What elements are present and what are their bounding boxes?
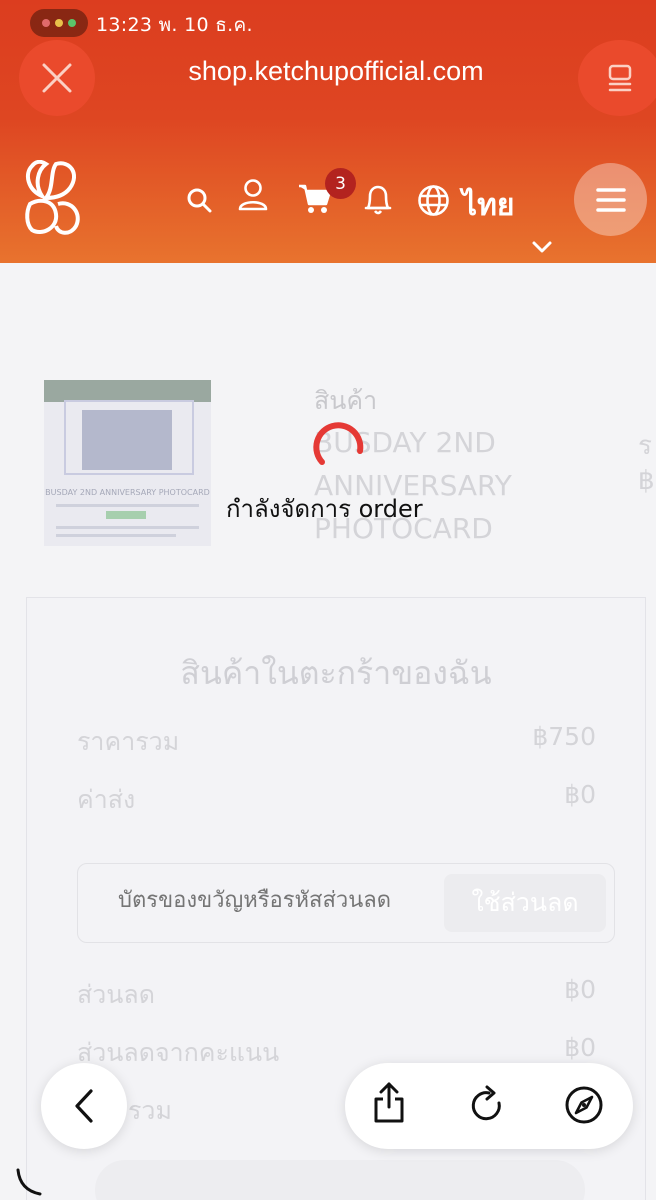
- coupon-box: ใช้ส่วนลด: [77, 863, 615, 943]
- apply-coupon-button[interactable]: ใช้ส่วนลด: [444, 874, 606, 932]
- menu-button[interactable]: [574, 163, 647, 236]
- product-column-partial: ร: [638, 431, 652, 461]
- url-label[interactable]: shop.ketchupofficial.com: [0, 56, 656, 87]
- browser-actions: [345, 1063, 633, 1149]
- subtotal-label: ราคารวม: [77, 727, 180, 756]
- bell-icon[interactable]: [364, 184, 392, 216]
- image-text-line: [56, 526, 199, 529]
- user-icon[interactable]: [237, 178, 269, 212]
- image-banner: [44, 380, 211, 402]
- discount-value: ฿0: [564, 975, 596, 1004]
- loading-message: กำลังจัดการ order: [226, 495, 423, 523]
- globe-icon[interactable]: [417, 184, 450, 217]
- back-icon: [75, 1089, 93, 1123]
- product-image[interactable]: BUSDAY 2ND ANNIVERSARY PHOTOCARD: [44, 380, 211, 546]
- shipping-value: ฿0: [564, 780, 596, 809]
- search-icon[interactable]: [186, 187, 212, 213]
- product-price-partial: ฿: [638, 466, 655, 496]
- cart-summary-title: สินค้าในตะกร้าของฉัน: [180, 654, 492, 692]
- points-discount-label: ส่วนลดจากคะแนน: [77, 1038, 280, 1067]
- chevron-down-icon[interactable]: [531, 240, 553, 254]
- image-text-line: [56, 534, 176, 537]
- image-tag: [106, 511, 146, 519]
- window-corner: [16, 1168, 42, 1196]
- window-controls[interactable]: [30, 9, 88, 37]
- subtotal-value: ฿750: [532, 722, 596, 751]
- red-dot-icon[interactable]: [42, 19, 50, 27]
- coupon-input[interactable]: [118, 888, 418, 913]
- discount-label: ส่วนลด: [77, 980, 155, 1009]
- hamburger-icon: [595, 187, 626, 212]
- back-button[interactable]: [41, 1063, 127, 1149]
- image-caption: BUSDAY 2ND ANNIVERSARY PHOTOCARD: [45, 488, 210, 497]
- ketchup-logo[interactable]: [24, 160, 82, 238]
- tabs-icon: [608, 64, 632, 92]
- total-label: รวม: [128, 1096, 172, 1125]
- points-discount-value: ฿0: [564, 1033, 596, 1062]
- page: 13:23 พ. 10 ธ.ค. shop.ketchupofficial.co…: [0, 0, 656, 1200]
- yellow-dot-icon[interactable]: [55, 19, 63, 27]
- cart-count-badge: 3: [325, 168, 356, 199]
- bottom-ghost-button: [95, 1160, 585, 1200]
- shipping-label: ค่าส่ง: [77, 785, 136, 814]
- status-time-date: 13:23 พ. 10 ธ.ค.: [96, 14, 253, 36]
- share-icon[interactable]: [370, 1081, 408, 1125]
- image-text-line: [56, 504, 199, 507]
- tabs-button[interactable]: [578, 40, 656, 116]
- loading-spinner-icon: [313, 422, 364, 465]
- compass-icon[interactable]: [564, 1085, 604, 1125]
- language-selector[interactable]: ไทย: [462, 182, 514, 229]
- top-header: 13:23 พ. 10 ธ.ค. shop.ketchupofficial.co…: [0, 0, 656, 263]
- reload-icon[interactable]: [469, 1085, 507, 1125]
- green-dot-icon[interactable]: [68, 19, 76, 27]
- image-photocard: [82, 410, 172, 470]
